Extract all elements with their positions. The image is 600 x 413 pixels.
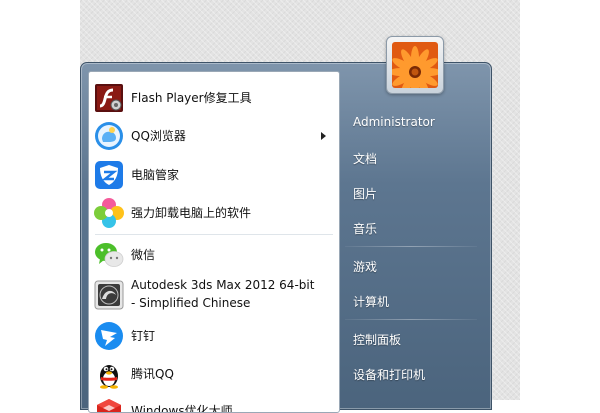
link-control-panel[interactable]: 控制面板 [353, 331, 401, 348]
program-label: 腾讯QQ [131, 367, 174, 381]
program-label-line2: - Simplified Chinese [131, 296, 251, 310]
menu-separator [95, 234, 333, 235]
flower-avatar [392, 42, 438, 88]
qq-penguin-icon [93, 358, 125, 390]
program-tencent-qq[interactable]: 腾讯QQ [89, 355, 339, 393]
right-separator [345, 319, 477, 320]
program-qq-browser[interactable]: QQ浏览器 [89, 117, 339, 155]
link-documents[interactable]: 文档 [353, 150, 377, 167]
program-label: 微信 [131, 248, 156, 262]
program-label: Flash Player修复工具 [131, 91, 252, 105]
windows-optimizer-icon [93, 396, 125, 412]
program-label: Windows优化大师 [131, 404, 233, 413]
flash-player-icon [93, 82, 125, 114]
programs-list: Flash Player修复工具 QQ浏览器 电脑管家 强力卸载电脑上的软件 微… [88, 71, 340, 413]
right-separator [345, 246, 477, 247]
link-computer[interactable]: 计算机 [353, 293, 389, 310]
link-administrator[interactable]: Administrator [353, 115, 435, 129]
link-games[interactable]: 游戏 [353, 258, 377, 275]
program-windows-optimizer[interactable]: Windows优化大师 [89, 392, 339, 413]
3ds-max-icon [93, 279, 125, 311]
wechat-icon [93, 239, 125, 271]
submenu-arrow-icon [321, 132, 326, 140]
program-wechat[interactable]: 微信 [89, 236, 339, 274]
link-pictures[interactable]: 图片 [353, 185, 377, 202]
program-dingtalk[interactable]: 钉钉 [89, 318, 339, 354]
program-label: QQ浏览器 [131, 129, 186, 143]
program-label: 钉钉 [131, 329, 156, 343]
link-devices-and-printers[interactable]: 设备和打印机 [353, 366, 425, 383]
program-label: 电脑管家 [131, 168, 180, 182]
dingtalk-icon [93, 320, 125, 352]
program-pc-manager[interactable]: 电脑管家 [89, 156, 339, 194]
program-label: 强力卸载电脑上的软件 [131, 206, 252, 220]
link-music[interactable]: 音乐 [353, 220, 377, 237]
program-uninstall-software[interactable]: 强力卸载电脑上的软件 [89, 194, 339, 232]
program-flash-player-repair[interactable]: Flash Player修复工具 [89, 80, 339, 116]
uninstall-software-icon [93, 197, 125, 229]
user-picture-frame[interactable] [386, 36, 444, 94]
program-3ds-max[interactable]: Autodesk 3ds Max 2012 64-bit - Simplifie… [89, 274, 339, 316]
tencent-pc-manager-icon [93, 159, 125, 191]
program-label: Autodesk 3ds Max 2012 64-bit [131, 278, 315, 292]
qq-browser-icon [93, 120, 125, 152]
